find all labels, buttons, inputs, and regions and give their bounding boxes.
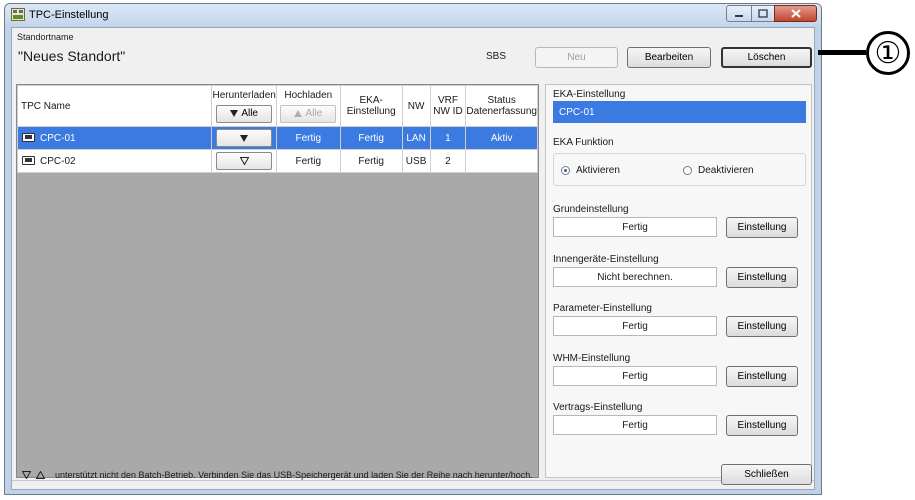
close-icon: [790, 9, 801, 18]
col-header-nw: NW: [401, 85, 431, 127]
contract-setting-value: Fertig: [553, 415, 717, 435]
row-nw: USB: [401, 149, 431, 173]
radio-unselected-icon: [683, 165, 692, 175]
row-name: CPC-02: [40, 155, 76, 167]
row-download-cell: [211, 149, 277, 173]
deactivate-label: Deaktivieren: [698, 165, 754, 176]
basic-setting-label: Grundeinstellung: [553, 204, 629, 215]
basic-setting-value: Fertig: [553, 217, 717, 237]
footer-note: unterstützt nicht den Batch-Betrieb. Ver…: [55, 470, 533, 480]
table-row[interactable]: CPC-02 Fertig Fertig USB 2: [17, 149, 538, 173]
download-all-label: Alle: [241, 108, 258, 119]
arrow-down-outline-icon: [22, 471, 31, 479]
row-eka: Fertig: [339, 149, 403, 173]
parameter-setting-value: Fertig: [553, 316, 717, 336]
indoor-setting-button[interactable]: Einstellung: [726, 267, 798, 288]
col-header-vrf: VRF NW ID: [429, 85, 467, 127]
indoor-setting-value: Nicht berechnen.: [553, 267, 717, 287]
maximize-icon: [758, 9, 768, 18]
basic-setting-button[interactable]: Einstellung: [726, 217, 798, 238]
site-name: "Neues Standort": [18, 48, 126, 64]
new-button[interactable]: Neu: [535, 47, 618, 68]
contract-setting-button[interactable]: Einstellung: [726, 415, 798, 436]
minimize-icon: [735, 14, 743, 17]
arrow-down-icon: [230, 110, 239, 117]
app-icon: [11, 8, 25, 21]
row-name-cell: CPC-01: [17, 126, 213, 150]
col-header-upload: Hochladen Alle: [275, 85, 341, 127]
col-header-name: TPC Name: [17, 85, 213, 127]
device-icon: [22, 156, 35, 166]
eka-function-label: EKA Funktion: [553, 137, 614, 148]
col-header-status: Status Datenerfassung: [465, 85, 538, 127]
arrow-up-icon: [294, 110, 303, 117]
callout-marker: ①: [866, 31, 910, 75]
client-area: Standortname "Neues Standort" SBS Neu Be…: [11, 27, 815, 490]
radio-selected-icon: [561, 165, 570, 175]
row-nw: LAN: [401, 126, 431, 150]
upload-all-button[interactable]: Alle: [280, 104, 337, 123]
row-status: [465, 149, 538, 173]
sbs-label: SBS: [486, 51, 507, 62]
eka-setting-value: CPC-01: [553, 101, 806, 123]
contract-setting-label: Vertrags-Einstellung: [553, 402, 643, 413]
col-header-eka: EKA-Einstellung: [339, 85, 403, 127]
parameter-setting-button[interactable]: Einstellung: [726, 316, 798, 337]
whm-setting-label: WHM-Einstellung: [553, 353, 631, 364]
arrow-up-outline-icon: [36, 471, 45, 479]
download-all-button[interactable]: Alle: [216, 104, 273, 123]
download-button[interactable]: [216, 129, 273, 147]
edit-button[interactable]: Bearbeiten: [627, 47, 711, 68]
device-icon: [22, 133, 35, 143]
callout-line: [818, 50, 866, 55]
delete-button[interactable]: Löschen: [721, 47, 812, 68]
eka-settings-panel: EKA-Einstellung CPC-01 EKA Funktion Akti…: [545, 84, 812, 478]
row-vrf: 2: [429, 149, 467, 173]
site-name-label: Standortname: [17, 32, 74, 42]
minimize-button[interactable]: [726, 5, 752, 22]
table-row[interactable]: CPC-01 Fertig Fertig LAN 1 Aktiv: [17, 126, 538, 150]
row-vrf: 1: [429, 126, 467, 150]
whm-setting-button[interactable]: Einstellung: [726, 366, 798, 387]
row-status: Aktiv: [465, 126, 538, 150]
activate-label: Aktivieren: [576, 165, 620, 176]
parameter-setting-label: Parameter-Einstellung: [553, 303, 652, 314]
upload-all-label: Alle: [305, 108, 323, 119]
arrow-down-outline-icon: [239, 157, 249, 165]
close-window-button[interactable]: [774, 5, 817, 22]
window-title: TPC-Einstellung: [29, 9, 109, 21]
whm-setting-value: Fertig: [553, 366, 717, 386]
eka-function-group: Aktivieren Deaktivieren: [553, 153, 806, 186]
download-header-label: Herunterladen: [212, 89, 276, 101]
arrow-down-icon: [240, 134, 249, 142]
eka-setting-label: EKA-Einstellung: [553, 89, 626, 100]
row-upload: Fertig: [275, 149, 341, 173]
footer-divider: [12, 480, 814, 481]
row-name: CPC-01: [40, 132, 76, 144]
download-button[interactable]: [216, 152, 273, 170]
row-name-cell: CPC-02: [17, 149, 213, 173]
table-header: TPC Name Herunterladen Alle Hochladen Al…: [17, 85, 538, 127]
upload-header-label: Hochladen: [284, 89, 333, 101]
title-bar[interactable]: TPC-Einstellung: [5, 4, 821, 26]
row-eka: Fertig: [339, 126, 403, 150]
deactivate-radio[interactable]: Deaktivieren: [683, 165, 754, 176]
close-button[interactable]: Schließen: [721, 464, 812, 485]
row-download-cell: [211, 126, 277, 150]
row-upload: Fertig: [275, 126, 341, 150]
indoor-setting-label: Innengeräte-Einstellung: [553, 254, 659, 265]
tpc-settings-window: TPC-Einstellung Standortname "Neues Stan…: [4, 3, 822, 495]
activate-radio[interactable]: Aktivieren: [561, 165, 620, 176]
col-header-download: Herunterladen Alle: [211, 85, 277, 127]
maximize-button[interactable]: [751, 5, 775, 22]
tpc-table: TPC Name Herunterladen Alle Hochladen Al…: [16, 84, 539, 478]
tpc-table-grid: TPC Name Herunterladen Alle Hochladen Al…: [17, 85, 538, 173]
